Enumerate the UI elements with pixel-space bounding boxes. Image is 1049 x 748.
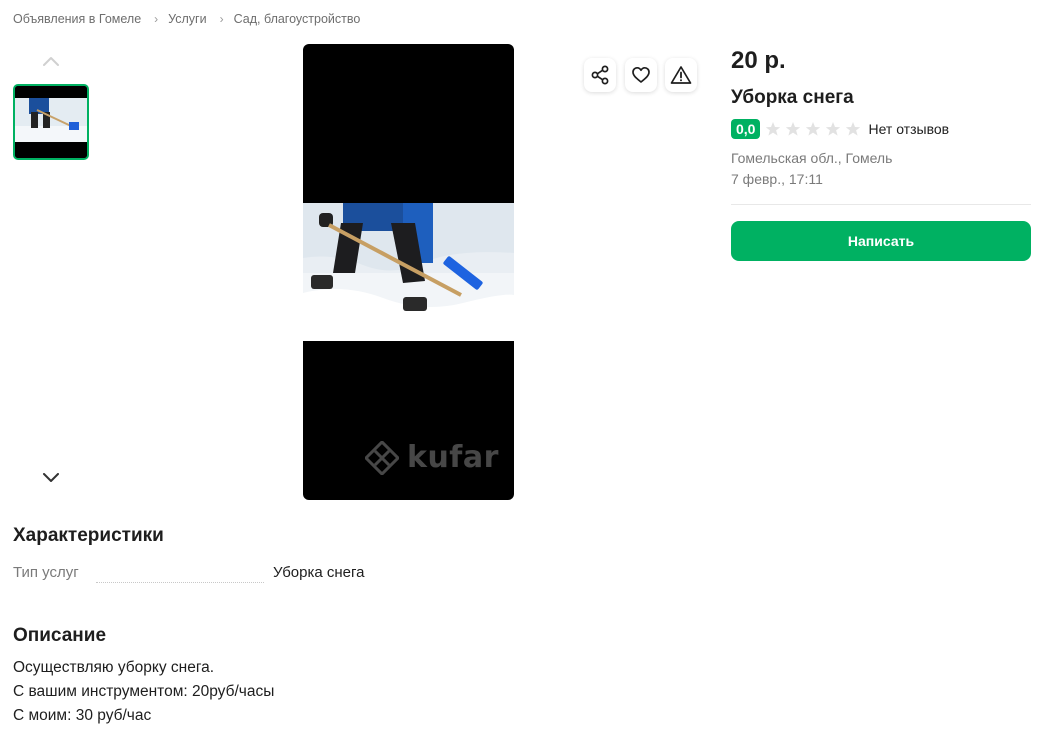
share-icon	[591, 65, 609, 85]
snow-shoveling-photo	[303, 203, 514, 341]
star-icon	[826, 122, 841, 136]
favorite-button[interactable]	[625, 58, 657, 92]
star-icon	[786, 122, 801, 136]
main-photo[interactable]: kufar	[303, 44, 514, 500]
thumbnails-up-button[interactable]	[40, 52, 62, 70]
breadcrumb-item-services[interactable]: Услуги	[168, 12, 206, 26]
chevron-down-icon	[43, 473, 59, 482]
listing-price: 20 р.	[731, 47, 786, 74]
characteristic-leader-dots	[96, 582, 264, 583]
description-line: С моим: 30 руб/час	[13, 707, 152, 724]
listing-location: Гомельская обл., Гомель	[731, 150, 893, 166]
rating-stars	[765, 121, 865, 137]
description-line: С вашим инструментом: 20руб/часы	[13, 683, 275, 700]
description-line: Осуществляю уборку снега.	[13, 659, 215, 676]
star-icon	[846, 122, 861, 136]
characteristics-heading: Характеристики	[13, 525, 164, 546]
kufar-logo-icon	[365, 440, 399, 475]
breadcrumb: Объявления в Гомеле › Услуги › Сад, благ…	[13, 12, 360, 26]
share-button[interactable]	[584, 58, 616, 92]
divider	[731, 204, 1031, 205]
watermark-text: kufar	[407, 440, 499, 475]
rating-row: 0,0 Нет отзывов	[731, 119, 949, 139]
breadcrumb-item-ads-gomel[interactable]: Объявления в Гомеле	[13, 12, 141, 26]
gallery-thumbnail[interactable]	[13, 84, 89, 160]
breadcrumb-separator: ›	[154, 12, 159, 26]
listing-title: Уборка снега	[731, 87, 854, 108]
thumbnails-down-button[interactable]	[40, 468, 62, 488]
breadcrumb-separator: ›	[219, 12, 224, 26]
reviews-link[interactable]: Нет отзывов	[868, 121, 949, 137]
write-message-button[interactable]: Написать	[731, 221, 1031, 261]
chevron-up-icon	[43, 57, 59, 66]
kufar-watermark: kufar	[365, 440, 499, 475]
listing-date: 7 февр., 17:11	[731, 171, 823, 187]
characteristic-label: Тип услуг	[13, 564, 79, 581]
thumbnail-photo	[15, 86, 87, 158]
description-heading: Описание	[13, 625, 107, 646]
rating-badge: 0,0	[731, 119, 761, 139]
breadcrumb-item-garden[interactable]: Сад, благоустройство	[234, 12, 361, 26]
heart-icon	[632, 66, 650, 83]
characteristic-value: Уборка снега	[273, 564, 365, 581]
warning-icon	[670, 66, 692, 84]
report-button[interactable]	[665, 58, 697, 92]
star-icon	[766, 122, 781, 136]
star-icon	[806, 122, 821, 136]
